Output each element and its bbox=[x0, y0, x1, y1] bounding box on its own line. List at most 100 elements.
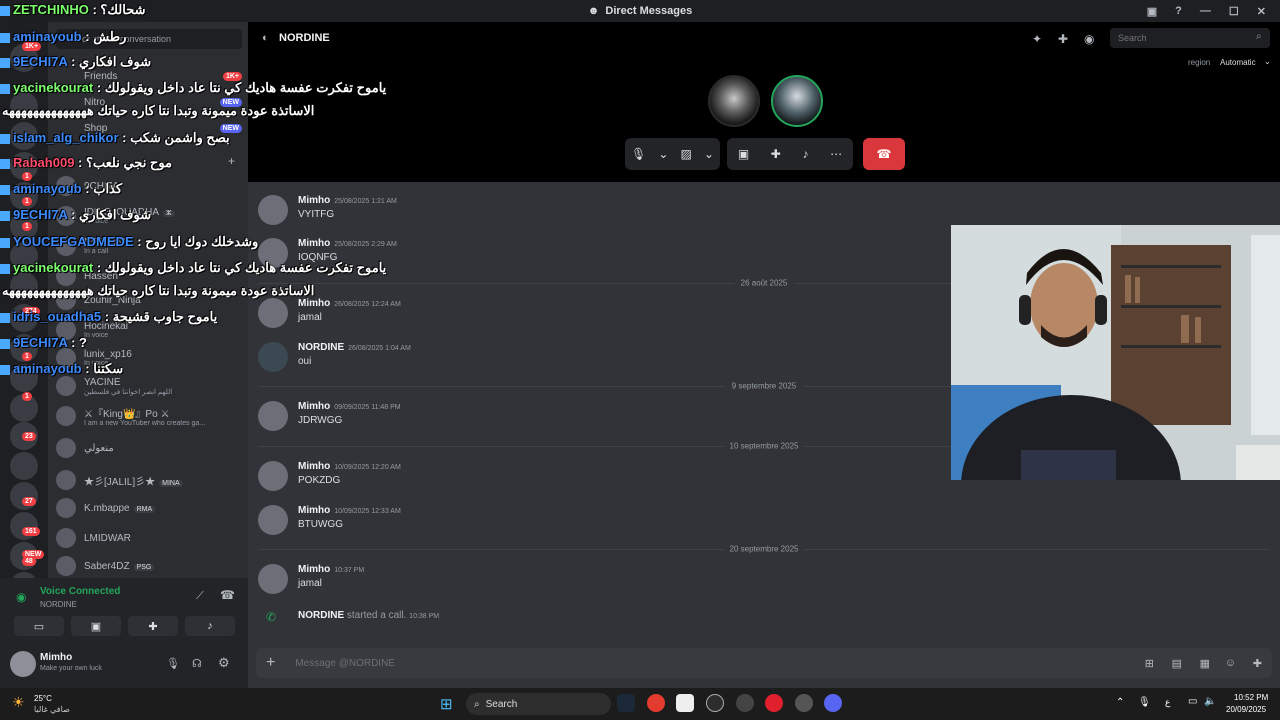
create-dm-icon[interactable]: + bbox=[228, 154, 235, 168]
message-author[interactable]: Mimho bbox=[298, 195, 330, 206]
language-indicator[interactable]: ع bbox=[1165, 697, 1170, 708]
overlay-chat-text: : سكتنا bbox=[85, 361, 124, 376]
search-input[interactable] bbox=[1110, 28, 1270, 48]
overlay-chat-user: aminayoub bbox=[13, 29, 82, 44]
microphone-icon[interactable]: 🎙 bbox=[1138, 697, 1151, 708]
message[interactable]: NORDINE 26/08/2025 1:04 AM oui bbox=[258, 342, 948, 376]
avatar[interactable] bbox=[10, 651, 36, 677]
start-icon[interactable]: ⊞ bbox=[440, 695, 453, 713]
gift-icon[interactable]: ⊞ bbox=[1145, 657, 1154, 670]
chevron-down-icon[interactable]: ⌄ bbox=[704, 147, 714, 161]
overlay-chat-user: Rabah009 bbox=[13, 155, 75, 170]
avatar[interactable] bbox=[258, 195, 288, 225]
profile-icon[interactable]: ◉ bbox=[1084, 32, 1094, 46]
avatar[interactable] bbox=[258, 564, 288, 594]
message-author[interactable]: Mimho bbox=[298, 564, 330, 575]
dm-item[interactable]: منعولي bbox=[56, 434, 242, 462]
activity-icon[interactable]: ✚ bbox=[771, 147, 781, 161]
hang-up-button[interactable]: ☎ bbox=[863, 138, 905, 170]
server-badge: 1 bbox=[22, 172, 32, 181]
phone-icon: ✆ bbox=[266, 610, 277, 624]
overlay-chat-user: yacinekourat bbox=[13, 260, 94, 275]
overlay-chat-user: yacinekourat bbox=[13, 80, 94, 95]
message-author[interactable]: Mimho bbox=[298, 238, 330, 249]
chevron-down-icon[interactable]: ⌄ bbox=[658, 147, 668, 161]
sticker-icon[interactable]: ▦ bbox=[1200, 657, 1210, 670]
screen-share-button[interactable]: ▣ bbox=[71, 616, 121, 636]
add-attachment-icon[interactable]: + bbox=[266, 654, 275, 672]
discord-icon[interactable] bbox=[824, 694, 842, 712]
dm-item[interactable]: K.mbappe RMA bbox=[56, 494, 242, 522]
camera-off-icon[interactable]: ▨ bbox=[680, 147, 691, 161]
weather-temp[interactable]: 25°C bbox=[34, 694, 52, 703]
dm-item[interactable]: ⚔『King👑』Po ⚔ I am a new YouTuber who crea… bbox=[56, 402, 242, 430]
microphone-icon[interactable]: 🎙 bbox=[166, 657, 180, 670]
help-icon[interactable]: ? bbox=[1175, 5, 1182, 17]
call-event-author[interactable]: NORDINE bbox=[298, 610, 344, 621]
dm-item[interactable]: ★彡[JALIL]彡★ MINA bbox=[56, 466, 242, 494]
server-icon[interactable] bbox=[10, 452, 38, 480]
close-button[interactable]: ✕ bbox=[1257, 5, 1266, 18]
camera-button[interactable]: ▭ bbox=[14, 616, 64, 636]
chatgpt-icon[interactable] bbox=[706, 694, 724, 712]
message-author[interactable]: Mimho bbox=[298, 401, 330, 412]
gif-icon[interactable]: ▤ bbox=[1172, 657, 1182, 670]
avatar[interactable] bbox=[258, 342, 288, 372]
message-author[interactable]: Mimho bbox=[298, 505, 330, 516]
opera-icon[interactable] bbox=[765, 694, 783, 712]
soundboard-button[interactable]: ♪ bbox=[185, 616, 235, 636]
avatar[interactable] bbox=[258, 401, 288, 431]
minimize-button[interactable]: — bbox=[1200, 5, 1211, 17]
settings-gear-icon[interactable]: ⚙ bbox=[218, 655, 230, 671]
message[interactable]: Mimho 26/08/2025 12:24 AM jamal bbox=[258, 298, 948, 332]
message[interactable]: Mimho 10/09/2025 12:33 AM BTUWGG bbox=[258, 505, 948, 539]
add-friends-icon[interactable]: ✚ bbox=[1058, 32, 1068, 46]
activity-button[interactable]: ✚ bbox=[128, 616, 178, 636]
headphones-icon[interactable]: ☊ bbox=[192, 657, 202, 670]
message-author[interactable]: Mimho bbox=[298, 461, 330, 472]
clock-time[interactable]: 10:52 PM bbox=[1234, 693, 1268, 702]
avatar bbox=[56, 556, 76, 576]
pin-icon[interactable]: ✦ bbox=[1032, 32, 1042, 46]
message[interactable]: Mimho 09/09/2025 11:48 PM JDRWGG bbox=[258, 401, 948, 435]
dm-item[interactable]: Saber4DZ PSG bbox=[56, 552, 242, 578]
microphone-icon[interactable]: 🎙 bbox=[631, 147, 646, 161]
clock-date[interactable]: 20/09/2025 bbox=[1226, 705, 1266, 714]
weather-icon[interactable]: ☀ bbox=[12, 694, 25, 711]
avatar[interactable] bbox=[258, 505, 288, 535]
message-author[interactable]: Mimho bbox=[298, 298, 330, 309]
message-author[interactable]: NORDINE bbox=[298, 342, 344, 353]
noise-suppression-icon[interactable]: ⟋ bbox=[196, 590, 204, 603]
message-input[interactable]: Message @NORDINE bbox=[295, 658, 395, 669]
weather-desc: صافي غالبا bbox=[34, 705, 70, 714]
volume-icon[interactable]: 🔈 bbox=[1204, 696, 1216, 707]
call-participant-avatar-nordine[interactable] bbox=[771, 75, 823, 127]
dm-item[interactable]: LMIDWAR bbox=[56, 524, 242, 552]
network-icon[interactable]: ▭ bbox=[1188, 696, 1197, 707]
emoji-icon[interactable]: ☺ bbox=[1225, 657, 1236, 669]
app-icon[interactable] bbox=[736, 694, 754, 712]
more-icon[interactable]: ⋯ bbox=[830, 147, 842, 161]
avatar[interactable] bbox=[258, 461, 288, 491]
taskbar-search[interactable]: ⌕ Search bbox=[466, 693, 611, 715]
region-select[interactable]: Automatic bbox=[1220, 58, 1256, 67]
server-icon[interactable] bbox=[10, 482, 38, 510]
screen-share-icon[interactable]: ▣ bbox=[738, 147, 749, 161]
soundboard-icon[interactable]: ♪ bbox=[803, 147, 809, 161]
message[interactable]: Mimho 25/08/2025 1:21 AM VYITFG bbox=[258, 195, 948, 229]
chrome-icon[interactable] bbox=[647, 694, 665, 712]
chevron-up-icon[interactable]: ⌃ bbox=[1116, 697, 1124, 708]
inbox-icon[interactable]: ▣ bbox=[1147, 5, 1157, 18]
avatar[interactable] bbox=[258, 298, 288, 328]
app-icon[interactable] bbox=[795, 694, 813, 712]
call-participant-avatar-mimho[interactable] bbox=[708, 75, 760, 127]
avatar bbox=[56, 376, 76, 396]
apps-icon[interactable]: ✚ bbox=[1253, 657, 1262, 670]
app-icon[interactable] bbox=[676, 694, 694, 712]
voice-channel[interactable]: NORDINE bbox=[40, 600, 77, 609]
steam-icon[interactable] bbox=[617, 694, 635, 712]
message[interactable]: Mimho 10:37 PM jamal bbox=[258, 564, 948, 598]
message[interactable]: Mimho 10/09/2025 12:20 AM POKZDG bbox=[258, 461, 948, 495]
disconnect-icon[interactable]: ☎ bbox=[220, 588, 235, 602]
maximize-button[interactable]: ☐ bbox=[1229, 5, 1239, 18]
